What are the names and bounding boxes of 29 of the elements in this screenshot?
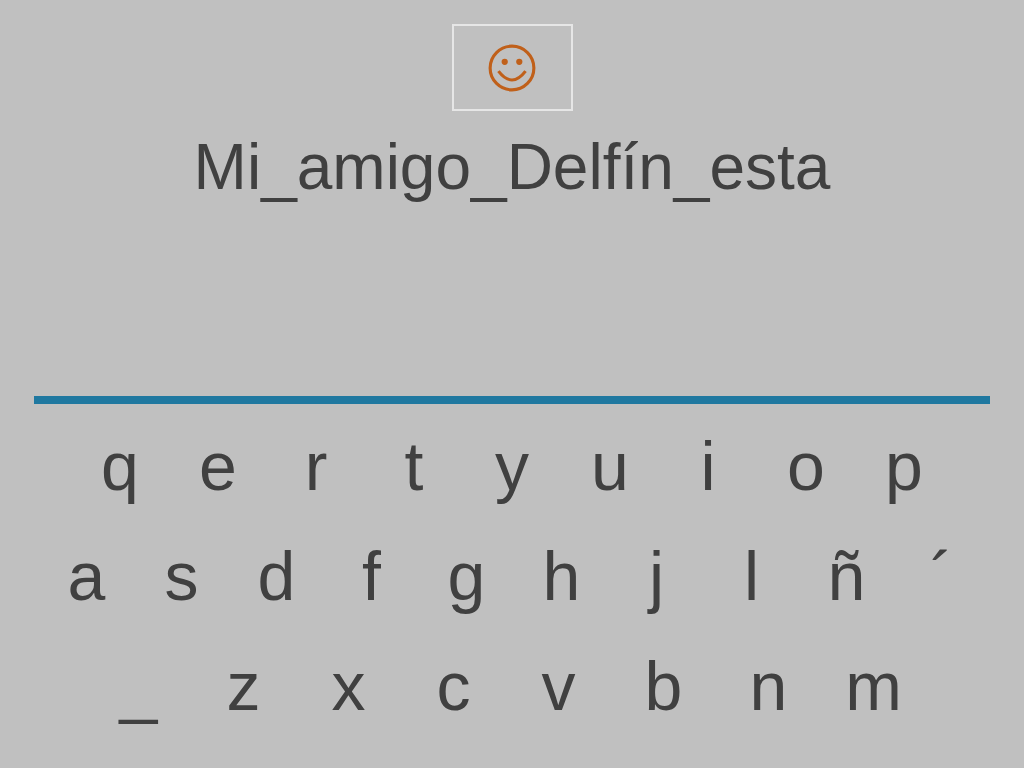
letter-key[interactable]: o [757, 426, 855, 506]
letter-key[interactable]: h [514, 536, 609, 616]
letter-key[interactable]: d [229, 536, 324, 616]
typed-text: Mi_amigo_Delfín_esta [193, 130, 831, 205]
letter-key[interactable]: l [704, 536, 799, 616]
letter-key[interactable]: e [169, 426, 267, 506]
letter-key[interactable]: t [365, 426, 463, 506]
letter-key[interactable]: m [821, 646, 926, 726]
letter-key[interactable]: b [611, 646, 716, 726]
letter-key[interactable]: u [561, 426, 659, 506]
letter-key[interactable]: c [401, 646, 506, 726]
letter-key[interactable]: ´ [894, 536, 989, 616]
letter-key[interactable]: r [267, 426, 365, 506]
smiley-icon [487, 42, 537, 93]
letter-key[interactable]: z [191, 646, 296, 726]
letter-key[interactable]: v [506, 646, 611, 726]
letter-key[interactable]: a [39, 536, 134, 616]
letter-key[interactable]: n [716, 646, 821, 726]
letter-key[interactable]: y [463, 426, 561, 506]
letter-key[interactable]: g [419, 536, 514, 616]
letter-key[interactable]: ñ [799, 536, 894, 616]
letter-key[interactable]: p [855, 426, 953, 506]
letter-key[interactable]: q [71, 426, 169, 506]
letter-key[interactable]: j [609, 536, 704, 616]
letter-key[interactable]: i [659, 426, 757, 506]
letter-key[interactable]: s [134, 536, 229, 616]
letter-key[interactable]: f [324, 536, 419, 616]
letter-key[interactable]: _ [86, 646, 191, 726]
letter-key[interactable]: x [296, 646, 401, 726]
